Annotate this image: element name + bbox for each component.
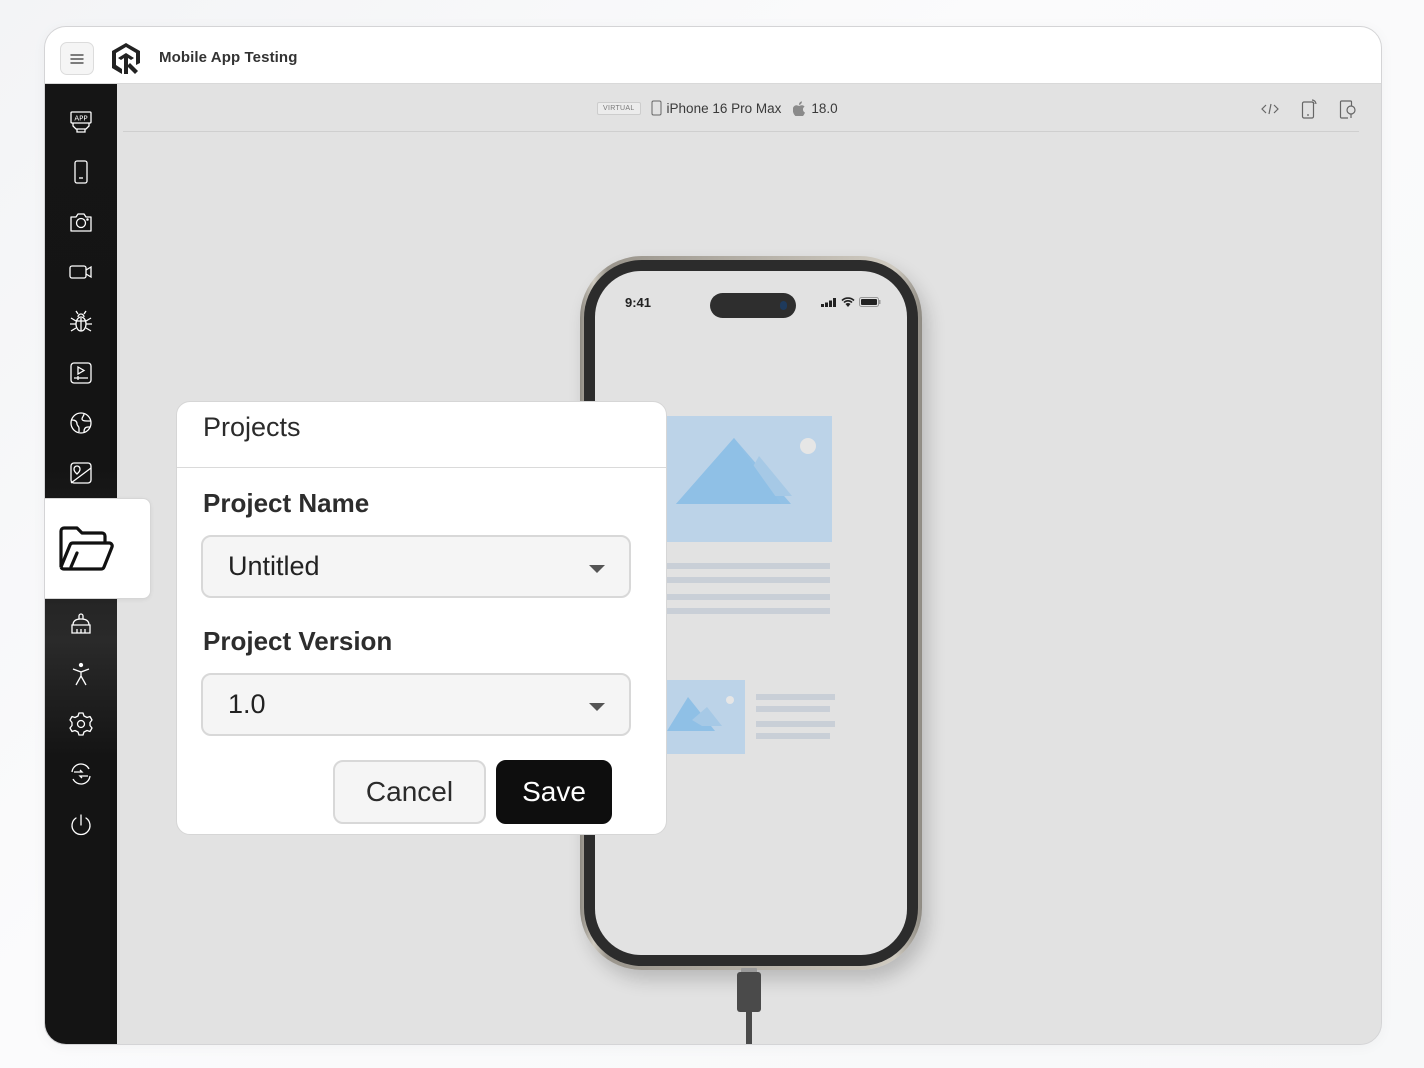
top-bar: Mobile App Testing [45, 27, 1381, 84]
sidebar-item-bug[interactable] [45, 297, 117, 347]
camera-icon [70, 213, 92, 232]
sidebar-item-power[interactable] [45, 800, 117, 850]
accessibility-icon [72, 662, 90, 686]
code-button[interactable] [1259, 98, 1281, 120]
project-name-label: Project Name [203, 488, 370, 518]
sidebar-item-record[interactable] [45, 247, 117, 297]
sidebar-item-app[interactable]: APP [45, 97, 117, 147]
device-cast-icon [1301, 99, 1317, 119]
virtual-badge: VIRTUAL [597, 101, 641, 115]
placeholder-image-large [667, 416, 832, 542]
video-icon [69, 265, 92, 279]
dialog-title: Projects [203, 412, 301, 442]
wifi-icon [841, 297, 855, 307]
dynamic-island [710, 293, 796, 318]
device-icon [74, 160, 88, 184]
device-inspect-button[interactable] [1337, 98, 1359, 120]
project-name-value: Untitled [228, 551, 320, 581]
device-bar: VIRTUAL iPhone 16 Pro Max 18.0 [123, 84, 1359, 132]
switch-icon [71, 763, 91, 785]
svg-text:APP: APP [74, 115, 87, 123]
hamburger-icon [70, 53, 84, 64]
folder-open-icon [59, 525, 114, 571]
chevron-down-icon [589, 703, 605, 711]
save-button[interactable]: Save [496, 760, 612, 824]
apple-icon [793, 100, 806, 116]
os-version: 18.0 [793, 100, 838, 116]
status-time: 9:41 [625, 295, 652, 310]
placeholder-image-small [667, 680, 745, 754]
battery-icon [859, 297, 881, 307]
sidebar-item-device[interactable] [45, 147, 117, 197]
status-icons [821, 297, 881, 307]
project-version-label: Project Version [203, 626, 393, 656]
sidebar-item-image-location[interactable] [45, 448, 117, 498]
project-name-select[interactable]: Untitled [201, 535, 631, 598]
brush-icon [71, 613, 91, 634]
device-tools [1259, 98, 1359, 120]
device-name: iPhone 16 Pro Max [666, 100, 782, 116]
device-info: VIRTUAL iPhone 16 Pro Max 18.0 [597, 100, 838, 116]
menu-button[interactable] [60, 42, 94, 75]
usb-cable [737, 972, 761, 1012]
sidebar-item-settings[interactable] [45, 699, 117, 749]
image-location-icon [70, 462, 92, 484]
app-logo [112, 43, 140, 74]
sidebar-item-clean[interactable] [45, 598, 117, 648]
device-cast-button[interactable] [1298, 98, 1320, 120]
cancel-button[interactable]: Cancel [333, 760, 486, 824]
sidebar-item-switch[interactable] [45, 749, 117, 799]
project-version-select[interactable]: 1.0 [201, 673, 631, 736]
chevron-down-icon [589, 565, 605, 573]
power-icon [71, 814, 91, 836]
os-version-text: 18.0 [811, 100, 838, 116]
projects-dialog: Projects Project Name Untitled Project V… [176, 401, 667, 835]
play-media-icon [70, 362, 92, 384]
globe-icon [70, 412, 92, 434]
signal-icon [821, 297, 836, 307]
app-icon: APP [70, 111, 92, 133]
device-inspect-icon [1339, 100, 1356, 119]
sidebar-item-location[interactable] [45, 398, 117, 448]
sidebar-item-media[interactable] [45, 348, 117, 398]
dialog-header: Projects [177, 402, 666, 468]
settings-icon [69, 712, 93, 736]
code-icon [1261, 103, 1279, 115]
sidebar-item-accessibility[interactable] [45, 649, 117, 699]
app-title: Mobile App Testing [159, 49, 298, 66]
phone-icon [651, 100, 662, 116]
project-version-value: 1.0 [228, 689, 266, 719]
sidebar-item-projects[interactable] [45, 498, 151, 599]
bug-icon [70, 310, 92, 332]
sidebar-item-screenshot[interactable] [45, 197, 117, 247]
